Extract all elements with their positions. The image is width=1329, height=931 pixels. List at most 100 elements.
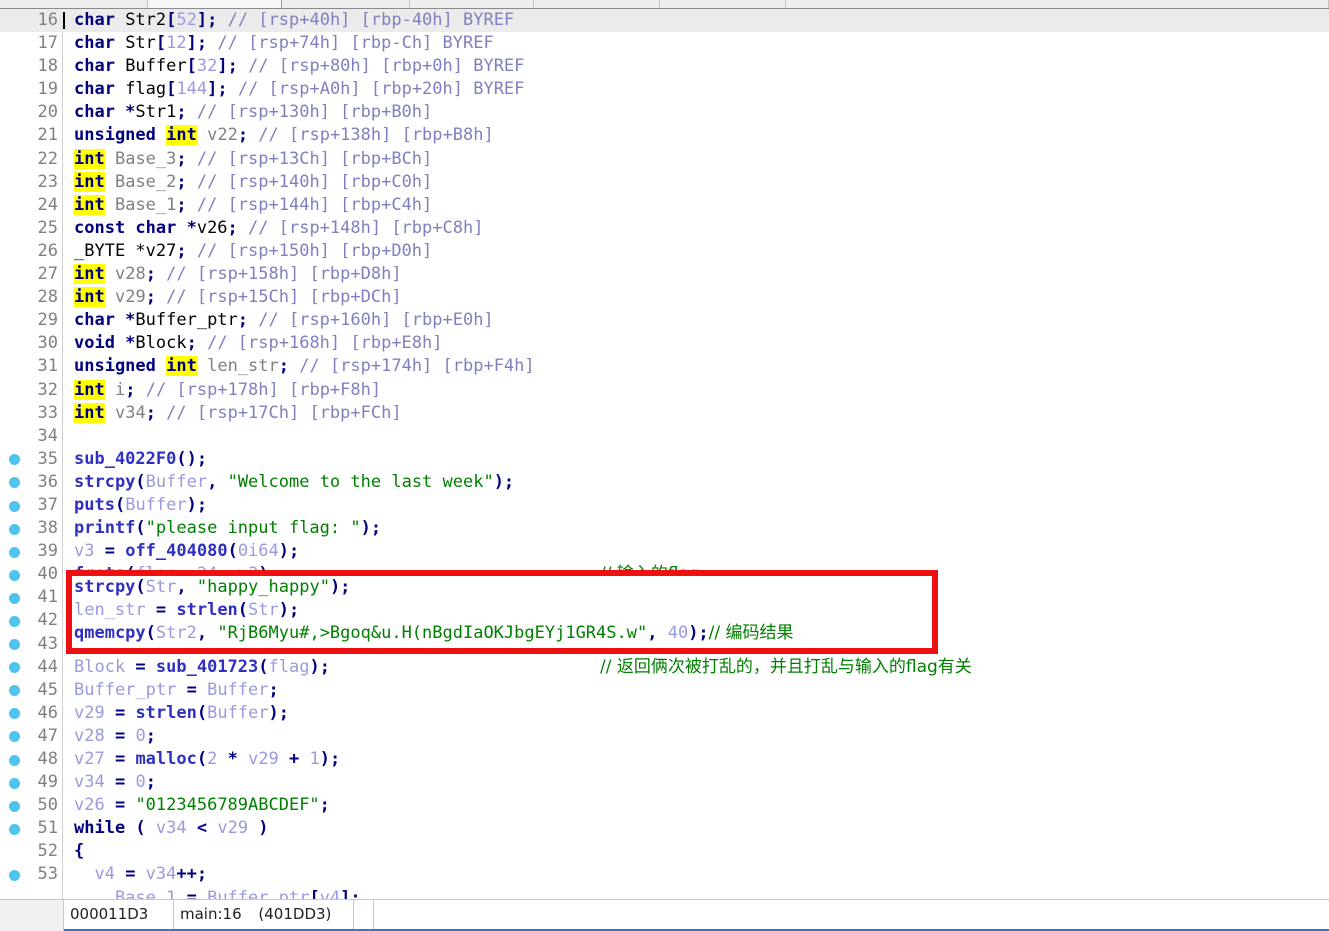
code-token: [ [156,33,166,53]
code-line[interactable]: 34 [0,425,1329,448]
code-text: unsigned int v22; // [rsp+138h] [rbp+B8h… [74,124,1329,147]
code-text: Base_1 = Buffer_ptr[v4]; [74,887,1329,899]
code-token: ( [146,623,156,643]
code-token: v3 [74,541,94,561]
code-line[interactable]: 32int i; // [rsp+178h] [rbp+F8h] [0,379,1329,402]
code-text: _BYTE *v27; // [rsp+150h] [rbp+D0h] [74,240,1329,263]
code-token: [ [187,56,197,76]
line-number: 30 [0,332,58,355]
code-text: int Base_2; // [rsp+140h] [rbp+C0h] [74,171,1329,194]
code-line[interactable]: 16char Str2[52]; // [rsp+40h] [rbp-40h] … [0,9,1329,32]
annotated-code-line[interactable]: qmemcpy(Str2, "RjB6Myu#,>Bgoq&u.H(nBgdIa… [72,622,932,645]
tab-segment-1[interactable] [0,0,148,8]
code-line[interactable]: 30void *Block; // [rsp+168h] [rbp+E8h] [0,332,1329,355]
code-token: 1 [310,749,320,769]
code-line[interactable]: 22int Base_3; // [rsp+13Ch] [rbp+BCh] [0,148,1329,171]
tab-segment-2[interactable] [148,0,282,8]
code-token: ++; [176,864,207,884]
code-token: + [279,749,310,769]
code-line[interactable]: 18char Buffer[32]; // [rsp+80h] [rbp+0h]… [0,55,1329,78]
code-text: char flag[144]; // [rsp+A0h] [rbp+20h] B… [74,78,1329,101]
code-token: ; [228,218,248,238]
code-token: = [94,541,125,561]
code-line[interactable]: 31unsigned int len_str; // [rsp+174h] [r… [0,355,1329,378]
code-token: [ [309,888,319,899]
code-line[interactable]: 50v26 = "0123456789ABCDEF"; [0,794,1329,817]
code-lines-container: 16char Str2[52]; // [rsp+40h] [rbp-40h] … [0,9,1329,899]
code-token: v29 [217,818,248,838]
code-line[interactable]: 52{ [0,840,1329,863]
pseudocode-editor[interactable]: 16char Str2[52]; // [rsp+40h] [rbp-40h] … [0,9,1329,899]
code-line[interactable]: Base_1 = Buffer_ptr[v4]; [0,887,1329,899]
line-number: 23 [0,171,58,194]
code-line[interactable]: 28int v29; // [rsp+15Ch] [rbp+DCh] [0,286,1329,309]
code-token: ); [688,623,708,643]
code-line[interactable]: 33int v34; // [rsp+17Ch] [rbp+FCh] [0,402,1329,425]
code-line[interactable]: 36strcpy(Buffer, "Welcome to the last we… [0,471,1329,494]
annotation-box-content: strcpy(Str, "happy_happy");len_str = str… [72,576,932,648]
code-token: ]; [340,888,360,899]
code-line[interactable]: 17char Str[12]; // [rsp+74h] [rbp-Ch] BY… [0,32,1329,55]
code-token: ( [238,600,248,620]
code-token: Buffer [207,703,268,723]
code-line[interactable]: 26_BYTE *v27; // [rsp+150h] [rbp+D0h] [0,240,1329,263]
code-text: while ( v34 < v29 ) [74,817,1329,840]
window-tab-strip[interactable] [0,0,1329,9]
code-token: _BYTE * [74,241,146,261]
line-number: 29 [0,309,58,332]
code-token: ) [248,818,268,838]
code-token: ; [176,102,196,122]
code-line[interactable]: 48v27 = malloc(2 * v29 + 1); [0,748,1329,771]
code-line[interactable]: 37puts(Buffer); [0,494,1329,517]
code-token: char [74,33,125,53]
tab-segment-6[interactable] [660,0,786,8]
code-token: int [166,356,197,376]
code-token: int [74,149,105,169]
tab-segment-7[interactable] [786,0,1329,8]
code-line[interactable]: 19char flag[144]; // [rsp+A0h] [rbp+20h]… [0,78,1329,101]
code-token: ); [330,577,350,597]
code-token: // [rsp+144h] [rbp+C4h] [197,195,432,215]
code-token: ( [197,703,207,723]
code-line[interactable]: 27int v28; // [rsp+158h] [rbp+D8h] [0,263,1329,286]
code-token: Buffer [207,680,268,700]
code-token: // [rsp+160h] [rbp+E0h] [258,310,493,330]
code-line[interactable]: 21unsigned int v22; // [rsp+138h] [rbp+B… [0,124,1329,147]
code-token: strcpy [74,472,135,492]
code-line[interactable]: 35sub_4022F0(); [0,448,1329,471]
line-number: 41 [0,586,58,609]
code-token [105,149,115,169]
tab-segment-5[interactable] [534,0,660,8]
code-line[interactable]: 46v29 = strlen(Buffer); [0,702,1329,725]
code-token: 12 [166,33,186,53]
code-line[interactable]: 23 int Base_2; // [rsp+140h] [rbp+C0h] [0,171,1329,194]
code-token: int [74,380,105,400]
code-line[interactable]: 29char *Buffer_ptr; // [rsp+160h] [rbp+E… [0,309,1329,332]
code-token: Buffer_ptr [74,680,176,700]
code-line[interactable]: 51while ( v34 < v29 ) [0,817,1329,840]
code-token [105,287,115,307]
code-line[interactable]: 38printf("please input flag: "); [0,517,1329,540]
code-line[interactable]: 20char *Str1; // [rsp+130h] [rbp+B0h] [0,101,1329,124]
annotated-code-line[interactable]: len_str = strlen(Str); [72,599,932,622]
code-line[interactable]: 24int Base_1; // [rsp+144h] [rbp+C4h] [0,194,1329,217]
line-number: 44 [0,656,58,679]
code-line[interactable]: 39v3 = off_404080(0i64); [0,540,1329,563]
code-token: strlen [176,600,237,620]
code-line[interactable]: 45Buffer_ptr = Buffer; [0,679,1329,702]
code-line[interactable]: 44Block = sub_401723(flag);// 返回俩次被打乱的，并… [0,656,1329,679]
annotated-code-line[interactable]: strcpy(Str, "happy_happy"); [72,576,932,599]
code-token: Block [74,657,125,677]
code-token: Block [135,333,186,353]
tab-segment-3[interactable] [282,0,410,8]
text-caret [63,12,65,29]
code-line[interactable]: 53 v4 = v34++; [0,863,1329,886]
code-line[interactable]: 49v34 = 0; [0,771,1329,794]
code-line[interactable]: 47v28 = 0; [0,725,1329,748]
tab-segment-4[interactable] [410,0,534,8]
code-token: // [rsp+130h] [rbp+B0h] [197,102,432,122]
code-token: 40 [668,623,688,643]
code-token: [ [166,79,176,99]
code-token: = [146,600,177,620]
code-line[interactable]: 25const char *v26; // [rsp+148h] [rbp+C8… [0,217,1329,240]
